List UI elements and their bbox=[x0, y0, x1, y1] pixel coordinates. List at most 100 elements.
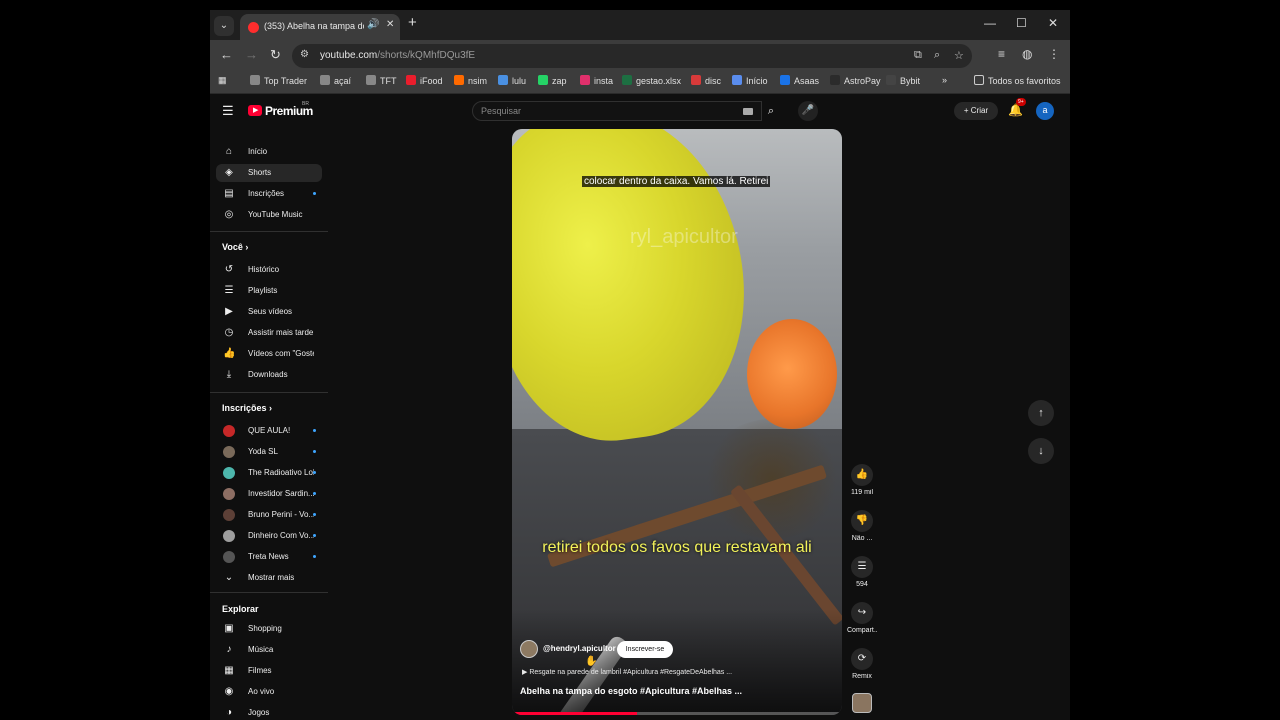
media-icon[interactable]: ≡ bbox=[998, 47, 1005, 61]
apps-grid-icon[interactable]: ▦ bbox=[218, 75, 227, 86]
sidebar-item-live[interactable]: ◉ Ao vivo bbox=[216, 683, 322, 701]
subscriptions-icon: ▤ bbox=[224, 188, 234, 199]
sidebar-item-gaming[interactable]: ◑ Jogos bbox=[216, 704, 322, 720]
dislike-action[interactable]: 👎 Não ... bbox=[847, 510, 877, 542]
search-icon[interactable]: ⌕ bbox=[760, 101, 782, 121]
close-window-button[interactable]: ✕ bbox=[1048, 16, 1058, 30]
bookmark-item[interactable]: insta bbox=[580, 75, 613, 86]
reload-button[interactable]: ↻ bbox=[270, 47, 281, 63]
sidebar-subscription-item[interactable]: The Radioativo LoL bbox=[216, 464, 322, 482]
bookmark-favicon-icon bbox=[406, 75, 416, 85]
bookmark-item[interactable]: disc bbox=[691, 75, 721, 86]
sidebar-subscription-item[interactable]: Dinheiro Com Vo... bbox=[216, 527, 322, 545]
bookmark-item[interactable]: açaí bbox=[320, 75, 351, 86]
show-more-button[interactable]: ⌄ Mostrar mais bbox=[216, 569, 322, 587]
remix-icon[interactable]: ⟳ bbox=[851, 648, 873, 670]
channel-avatar[interactable] bbox=[520, 640, 538, 658]
url-text[interactable]: youtube.com/shorts/kQMhfDQu3fE bbox=[320, 50, 475, 61]
next-short-button[interactable]: ↓ bbox=[1028, 438, 1054, 464]
sidebar-item-label: Dinheiro Com Vo... bbox=[248, 531, 314, 540]
bookmark-item[interactable]: Asaas bbox=[780, 75, 819, 86]
avatar[interactable]: a bbox=[1036, 102, 1054, 120]
watch-later-icon: ◷ bbox=[224, 327, 234, 338]
bookmark-item[interactable]: Top Trader bbox=[250, 75, 307, 86]
forward-button[interactable]: → bbox=[245, 47, 258, 62]
sidebar-item-subscriptions[interactable]: ▤ Inscrições bbox=[216, 185, 322, 203]
sidebar-item-movies[interactable]: ▦ Filmes bbox=[216, 662, 322, 680]
bookmark-item[interactable]: gestao.xlsx bbox=[622, 75, 681, 86]
bookmark-item[interactable]: TFT bbox=[366, 75, 397, 86]
bookmark-favicon-icon bbox=[366, 75, 376, 85]
minimize-button[interactable]: — bbox=[984, 16, 996, 30]
remix-action[interactable]: ⟳ Remix bbox=[847, 648, 877, 680]
playlist-link[interactable]: ▶ Resgate na parede de lambril #Apicultu… bbox=[522, 668, 782, 676]
site-info-icon[interactable]: ⚙ bbox=[300, 49, 309, 60]
comments-action[interactable]: ☰ 594 bbox=[847, 556, 877, 588]
zoom-icon[interactable]: ⌕ bbox=[934, 49, 940, 62]
bookmark-item[interactable]: Início bbox=[732, 75, 768, 86]
keyboard-icon[interactable] bbox=[743, 108, 753, 115]
sidebar-item-liked[interactable]: 👍 Vídeos com "Gostei" bbox=[216, 345, 322, 363]
share-icon[interactable]: ↪ bbox=[851, 602, 873, 624]
maximize-button[interactable]: ☐ bbox=[1016, 16, 1027, 30]
bookmark-star-icon[interactable]: ☆ bbox=[954, 49, 964, 62]
subscribe-button[interactable]: Inscrever-se bbox=[617, 641, 673, 658]
sidebar-subscription-item[interactable]: Yoda SL bbox=[216, 443, 322, 461]
bookmark-favicon-icon bbox=[454, 75, 464, 85]
tab-search-icon[interactable]: ⌄ bbox=[214, 16, 234, 36]
sidebar-item-music[interactable]: ◎ YouTube Music bbox=[216, 206, 322, 224]
sidebar-item-history[interactable]: ↺ Histórico bbox=[216, 261, 322, 279]
like-action[interactable]: 👍 119 mil bbox=[847, 464, 877, 496]
sidebar-subscription-item[interactable]: Treta News bbox=[216, 548, 322, 566]
channel-avatar bbox=[223, 425, 235, 437]
all-bookmarks-folder[interactable]: Todos os favoritos bbox=[974, 75, 1061, 86]
tab-close-icon[interactable]: ✕ bbox=[386, 19, 394, 30]
sidebar-item-playlists[interactable]: ☰ Playlists bbox=[216, 282, 322, 300]
sidebar-item-shorts[interactable]: ◈ Shorts bbox=[216, 164, 322, 182]
back-button[interactable]: ← bbox=[220, 47, 233, 62]
sidebar-subscription-item[interactable]: QUE AULA! bbox=[216, 422, 322, 440]
sidebar-item-your-videos[interactable]: ▶ Seus vídeos bbox=[216, 303, 322, 321]
audio-remix-thumbnail[interactable] bbox=[852, 693, 872, 713]
install-app-icon[interactable]: ⧉ bbox=[914, 49, 922, 62]
sidebar-item-shopping[interactable]: ▣ Shopping bbox=[216, 620, 322, 638]
bookmarks-more-button[interactable]: » bbox=[942, 75, 947, 85]
dislike-icon[interactable]: 👎 bbox=[851, 510, 873, 532]
share-action[interactable]: ↪ Compart... bbox=[847, 602, 877, 634]
bookmark-item[interactable]: Bybit bbox=[886, 75, 920, 86]
previous-short-button[interactable]: ↑ bbox=[1028, 400, 1054, 426]
channel-avatar bbox=[223, 509, 235, 521]
video-title[interactable]: Abelha na tampa do esgoto #Apicultura #A… bbox=[520, 686, 820, 696]
tab-active[interactable]: (353) Abelha na tampa do e 🔊 ✕ bbox=[240, 14, 400, 40]
profile-icon[interactable]: ◍ bbox=[1022, 47, 1032, 61]
microphone-icon[interactable]: 🎤 bbox=[798, 101, 818, 121]
video-progress-bar[interactable] bbox=[512, 712, 842, 715]
chevron-down-icon: ⌄ bbox=[224, 572, 234, 583]
you-section-header[interactable]: Você › bbox=[222, 242, 248, 252]
bookmark-item[interactable]: nsim bbox=[454, 75, 487, 86]
bookmark-item[interactable]: lulu bbox=[498, 75, 526, 86]
short-video-player[interactable]: colocar dentro da caixa. Vamos lá. Retir… bbox=[512, 129, 842, 715]
bookmark-item[interactable]: zap bbox=[538, 75, 567, 86]
sidebar-item-watch-later[interactable]: ◷ Assistir mais tarde bbox=[216, 324, 322, 342]
explore-section-header[interactable]: Explorar bbox=[222, 604, 259, 614]
sidebar-subscription-item[interactable]: Investidor Sardin... bbox=[216, 485, 322, 503]
menu-kebab-icon[interactable]: ⋮ bbox=[1048, 47, 1060, 61]
bookmark-item[interactable]: AstroPay bbox=[830, 75, 881, 86]
sidebar-subscription-item[interactable]: Bruno Perini - Vo... bbox=[216, 506, 322, 524]
sidebar-item-home[interactable]: ⌂ Início bbox=[216, 143, 322, 161]
comments-icon[interactable]: ☰ bbox=[851, 556, 873, 578]
sidebar-item-downloads[interactable]: ⤓ Downloads bbox=[216, 366, 322, 384]
address-bar[interactable]: ⚙ youtube.com/shorts/kQMhfDQu3fE ⧉ ⌕ ☆ bbox=[292, 44, 972, 68]
sidebar-item-music[interactable]: ♪ Música bbox=[216, 641, 322, 659]
like-icon[interactable]: 👍 bbox=[851, 464, 873, 486]
bookmark-item[interactable]: iFood bbox=[406, 75, 443, 86]
channel-name[interactable]: @hendryl.apicultor bbox=[543, 644, 616, 653]
menu-hamburger-icon[interactable]: ☰ bbox=[222, 103, 234, 119]
subscriptions-section-header[interactable]: Inscrições › bbox=[222, 403, 272, 413]
new-tab-button[interactable]: + bbox=[408, 14, 417, 31]
logo-country: BR bbox=[302, 101, 309, 107]
create-button[interactable]: + Criar bbox=[954, 102, 998, 120]
speaker-icon[interactable]: 🔊 bbox=[367, 19, 379, 30]
search-input[interactable]: Pesquisar bbox=[472, 101, 762, 121]
